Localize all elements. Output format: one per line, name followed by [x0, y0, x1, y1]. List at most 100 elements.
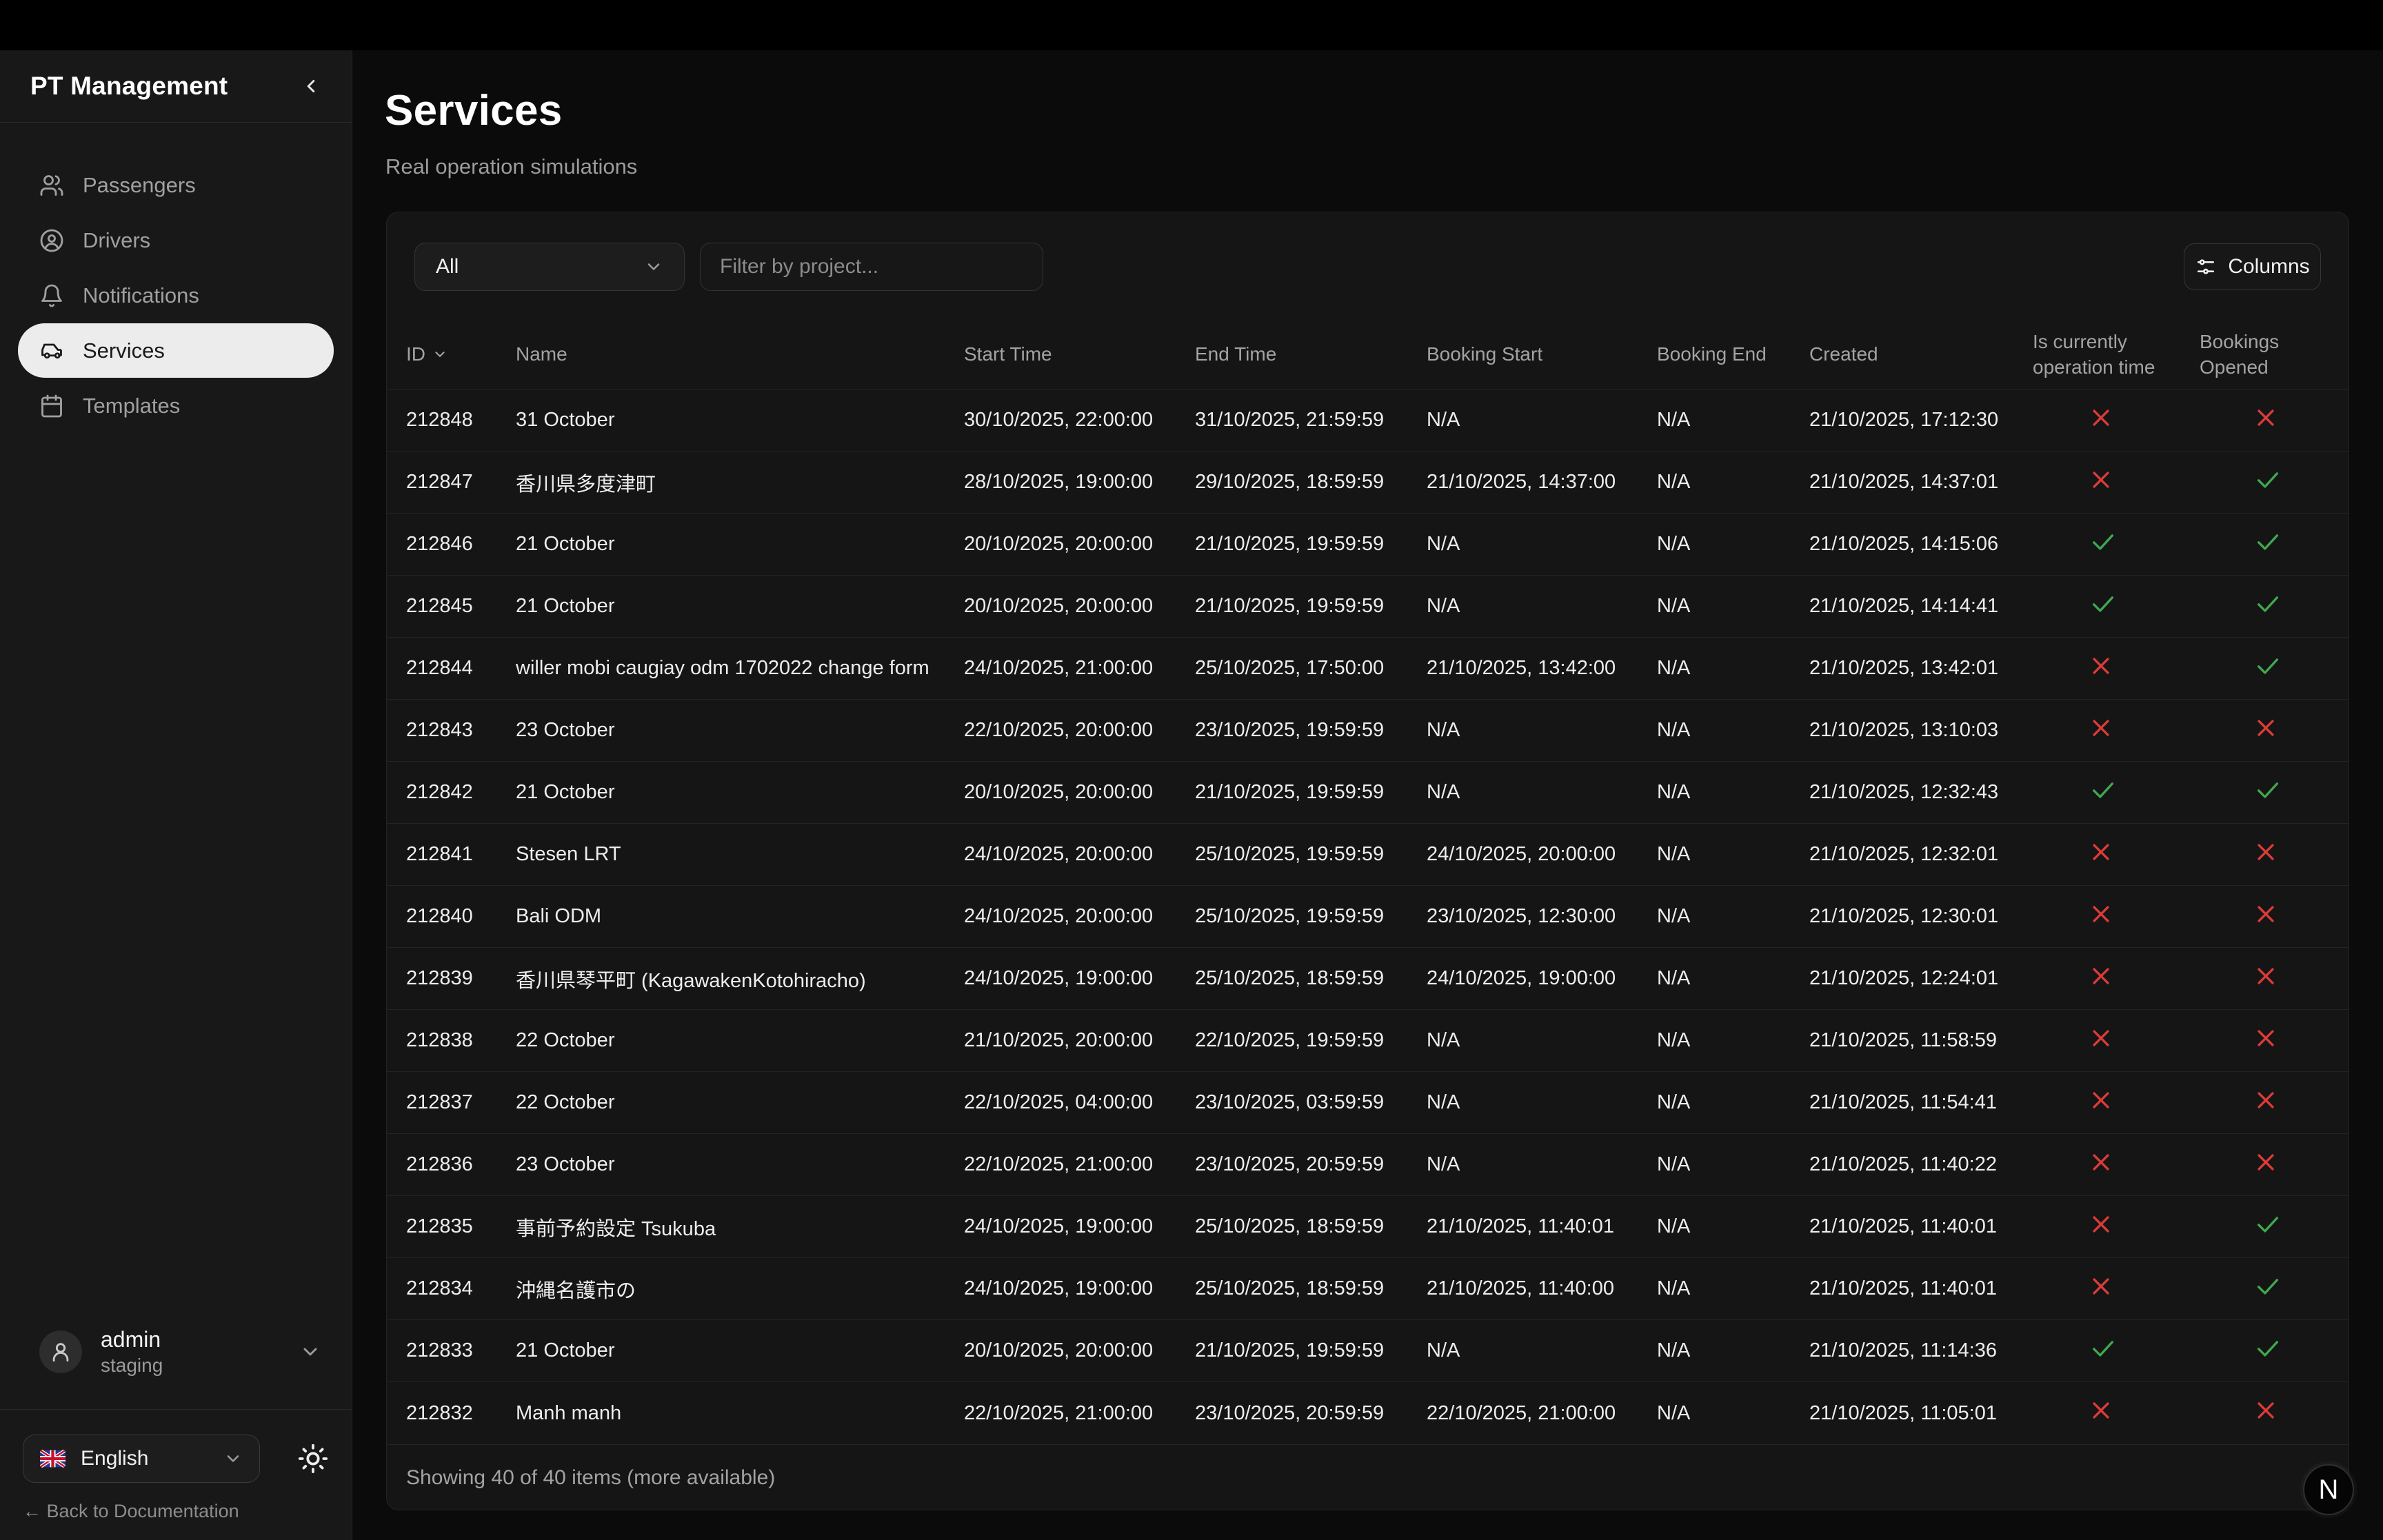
- check-icon: [2089, 776, 2117, 804]
- sidebar-item-templates[interactable]: Templates: [18, 378, 334, 433]
- cell-name: 21 October: [516, 533, 964, 556]
- cell-start-time: 24/10/2025, 19:00:00: [964, 1277, 1195, 1300]
- table-row[interactable]: 212839 香川県琴平町 (KagawakenKotohiracho) 24/…: [387, 948, 2349, 1010]
- user-circle-icon: [39, 228, 64, 253]
- table-row[interactable]: 212845 21 October 20/10/2025, 20:00:00 2…: [387, 576, 2349, 638]
- table-row[interactable]: 212833 21 October 20/10/2025, 20:00:00 2…: [387, 1320, 2349, 1382]
- cell-name: Bali ODM: [516, 905, 964, 928]
- cell-booking-end: N/A: [1657, 905, 1809, 928]
- sidebar-nav: Passengers Drivers Notifications Service…: [0, 123, 352, 433]
- back-to-documentation-link[interactable]: ← Back to Documentation: [23, 1501, 352, 1540]
- sidebar-collapse-button[interactable]: [301, 76, 321, 97]
- chevron-left-icon: [301, 76, 321, 97]
- table-row[interactable]: 212837 22 October 22/10/2025, 04:00:00 2…: [387, 1072, 2349, 1134]
- cell-is-operation-time: [2033, 1275, 2200, 1304]
- page-title: Services: [385, 86, 2383, 135]
- table-header: ID Name Start Time End Time Booking Star…: [387, 321, 2349, 389]
- sidebar-item-services[interactable]: Services: [18, 323, 334, 378]
- column-header-booking-end: Booking End: [1657, 342, 1809, 367]
- user-menu[interactable]: admin staging: [0, 1326, 352, 1377]
- cell-end-time: 25/10/2025, 17:50:00: [1195, 657, 1427, 680]
- sidebar-item-drivers[interactable]: Drivers: [18, 213, 334, 267]
- cell-name: 22 October: [516, 1029, 964, 1052]
- table-row[interactable]: 212835 事前予約設定 Tsukuba 24/10/2025, 19:00:…: [387, 1196, 2349, 1258]
- project-filter-input[interactable]: [700, 243, 1043, 291]
- cell-id: 212848: [406, 409, 516, 432]
- cell-booking-end: N/A: [1657, 719, 1809, 742]
- cell-created: 21/10/2025, 11:05:01: [1809, 1402, 2033, 1425]
- cell-name: 香川県琴平町 (KagawakenKotohiracho): [516, 964, 964, 993]
- bell-icon: [39, 283, 64, 308]
- cross-icon: [2254, 1399, 2278, 1422]
- cell-end-time: 23/10/2025, 19:59:59: [1195, 719, 1427, 742]
- language-select[interactable]: English: [23, 1435, 260, 1483]
- check-icon: [2254, 1335, 2282, 1362]
- column-header-id[interactable]: ID: [406, 342, 516, 367]
- language-value: English: [81, 1447, 223, 1470]
- table-row[interactable]: 212843 23 October 22/10/2025, 20:00:00 2…: [387, 700, 2349, 762]
- cell-booking-end: N/A: [1657, 1339, 1809, 1362]
- cell-end-time: 25/10/2025, 18:59:59: [1195, 1215, 1427, 1238]
- table-row[interactable]: 212834 沖縄名護市の 24/10/2025, 19:00:00 25/10…: [387, 1258, 2349, 1320]
- cell-booking-end: N/A: [1657, 781, 1809, 804]
- main-content: Services Real operation simulations All …: [352, 50, 2383, 1540]
- cell-bookings-opened: [2200, 1151, 2349, 1179]
- table-row[interactable]: 212842 21 October 20/10/2025, 20:00:00 2…: [387, 762, 2349, 824]
- table-row[interactable]: 212840 Bali ODM 24/10/2025, 20:00:00 25/…: [387, 886, 2349, 948]
- cross-icon: [2254, 1088, 2278, 1112]
- cell-id: 212832: [406, 1402, 516, 1425]
- cell-bookings-opened: [2200, 406, 2349, 435]
- cell-id: 212843: [406, 719, 516, 742]
- cell-bookings-opened: [2200, 466, 2349, 499]
- cell-name: 23 October: [516, 719, 964, 742]
- check-icon: [2089, 590, 2117, 618]
- cell-is-operation-time: [2033, 1151, 2200, 1179]
- cell-booking-start: N/A: [1427, 409, 1657, 432]
- table-row[interactable]: 212844 willer mobi caugiay odm 1702022 c…: [387, 638, 2349, 700]
- cross-icon: [2254, 902, 2278, 926]
- check-icon: [2254, 1273, 2282, 1300]
- cell-booking-end: N/A: [1657, 533, 1809, 556]
- table-body: 212848 31 October 30/10/2025, 22:00:00 3…: [387, 389, 2349, 1444]
- cross-icon: [2089, 840, 2113, 864]
- table-row[interactable]: 212841 Stesen LRT 24/10/2025, 20:00:00 2…: [387, 824, 2349, 886]
- column-header-is-operation-time: Is currently operation time: [2033, 330, 2200, 380]
- cell-name: Stesen LRT: [516, 843, 964, 866]
- table-row[interactable]: 212847 香川県多度津町 28/10/2025, 19:00:00 29/1…: [387, 452, 2349, 514]
- cell-end-time: 23/10/2025, 20:59:59: [1195, 1153, 1427, 1176]
- cell-booking-end: N/A: [1657, 595, 1809, 618]
- cell-booking-start: 21/10/2025, 14:37:00: [1427, 471, 1657, 494]
- cross-icon: [2089, 716, 2113, 740]
- cell-bookings-opened: [2200, 964, 2349, 993]
- check-icon: [2254, 466, 2282, 494]
- cell-booking-start: N/A: [1427, 1339, 1657, 1362]
- check-icon: [2254, 1210, 2282, 1238]
- sidebar-header: PT Management: [0, 50, 352, 123]
- cell-id: 212837: [406, 1091, 516, 1114]
- table-row[interactable]: 212838 22 October 21/10/2025, 20:00:00 2…: [387, 1010, 2349, 1072]
- nextjs-dev-badge[interactable]: N: [2303, 1464, 2354, 1515]
- table-footer: Showing 40 of 40 items (more available): [387, 1444, 2349, 1510]
- sidebar-item-notifications[interactable]: Notifications: [18, 268, 334, 323]
- table-row[interactable]: 212836 23 October 22/10/2025, 21:00:00 2…: [387, 1134, 2349, 1196]
- nextjs-n-icon: N: [2319, 1475, 2339, 1506]
- cell-start-time: 20/10/2025, 20:00:00: [964, 1339, 1195, 1362]
- pagination-status: Showing 40 of 40 items (more available): [406, 1466, 775, 1490]
- table-row[interactable]: 212848 31 October 30/10/2025, 22:00:00 3…: [387, 389, 2349, 452]
- cell-bookings-opened: [2200, 840, 2349, 869]
- cell-id: 212840: [406, 905, 516, 928]
- cell-created: 21/10/2025, 11:54:41: [1809, 1091, 2033, 1114]
- cell-created: 21/10/2025, 11:40:01: [1809, 1277, 2033, 1300]
- page-subtitle: Real operation simulations: [385, 154, 2383, 179]
- check-icon: [2254, 776, 2282, 804]
- cell-start-time: 28/10/2025, 19:00:00: [964, 471, 1195, 494]
- sidebar-item-passengers[interactable]: Passengers: [18, 158, 334, 212]
- cell-booking-end: N/A: [1657, 1091, 1809, 1114]
- cell-is-operation-time: [2033, 902, 2200, 931]
- cell-id: 212836: [406, 1153, 516, 1176]
- table-row[interactable]: 212832 Manh manh 22/10/2025, 21:00:00 23…: [387, 1382, 2349, 1444]
- theme-toggle-button[interactable]: [297, 1443, 329, 1475]
- type-filter-dropdown[interactable]: All: [414, 243, 685, 291]
- table-row[interactable]: 212846 21 October 20/10/2025, 20:00:00 2…: [387, 514, 2349, 576]
- columns-button[interactable]: Columns: [2184, 243, 2321, 290]
